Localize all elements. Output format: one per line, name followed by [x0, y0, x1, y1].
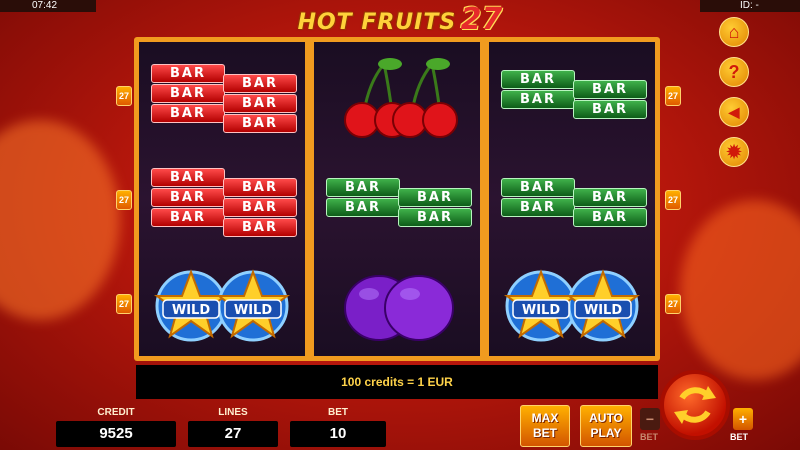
home-icon: ⌂	[728, 22, 740, 42]
bar-block: BAR	[223, 114, 297, 133]
auto-play-button[interactable]: AUTO PLAY	[580, 405, 632, 447]
credit-label: CREDIT	[97, 407, 135, 418]
symbol-plum	[314, 250, 480, 354]
wild-text: WILD	[584, 303, 622, 318]
reel-3: BAR BAR BAR BAR BAR BAR BAR BAR WILD WIL…	[489, 42, 655, 356]
wild-icon: WILD WILD	[504, 269, 640, 342]
max-bet-line1: MAX	[531, 411, 559, 425]
bar-block: BAR	[223, 74, 297, 93]
bar-block: BAR	[151, 84, 225, 103]
symbol-wild: WILD WILD	[489, 250, 655, 354]
lines-label: LINES	[218, 407, 248, 418]
plus-icon: +	[738, 411, 748, 427]
help-button[interactable]: ?	[719, 57, 749, 87]
payline-marker: 27	[116, 294, 132, 314]
clock: 07:42	[0, 0, 96, 12]
session-id: ID: -	[700, 0, 800, 12]
spin-icon	[674, 386, 716, 424]
symbol-bar-red: BAR BAR BAR BAR BAR BAR	[139, 146, 305, 250]
payline-marker: 27	[116, 86, 132, 106]
payline-marker: 27	[665, 86, 681, 106]
bar-block: BAR	[501, 90, 575, 109]
bar-block: BAR	[151, 168, 225, 187]
bar-block: BAR	[573, 100, 647, 119]
bar-block: BAR	[151, 104, 225, 123]
reel-2: BAR BAR BAR BAR	[314, 42, 480, 356]
wild-text: WILD	[234, 303, 272, 318]
sound-button[interactable]: ◀	[719, 97, 749, 127]
spin-button[interactable]	[660, 370, 730, 440]
bar-block: BAR	[326, 178, 400, 197]
bar-block: BAR	[151, 208, 225, 227]
auto-play-line2: PLAY	[590, 426, 622, 440]
bar-block: BAR	[573, 188, 647, 207]
bar-block: BAR	[573, 208, 647, 227]
symbol-bar-green: BAR BAR BAR BAR	[489, 146, 655, 250]
bar-block: BAR	[151, 64, 225, 83]
sound-icon: ◀	[728, 104, 740, 120]
minus-icon: −	[645, 411, 655, 427]
bet-plus-label: BET	[730, 432, 748, 442]
reel-1: BAR BAR BAR BAR BAR BAR BAR BAR BAR BAR …	[139, 42, 305, 356]
max-bet-line2: BET	[533, 426, 557, 440]
info-message: 100 credits = 1 EUR	[136, 365, 658, 399]
bar-block: BAR	[398, 188, 472, 207]
max-bet-button[interactable]: MAX BET	[520, 405, 570, 447]
wild-icon: WILD WILD	[154, 269, 290, 342]
bet-minus-button[interactable]: −	[640, 408, 660, 430]
logo-number: 27	[460, 2, 503, 37]
bar-block: BAR	[223, 178, 297, 197]
background-flame	[0, 120, 120, 320]
help-icon: ?	[728, 62, 740, 82]
bar-block: BAR	[501, 198, 575, 217]
wild-text: WILD	[522, 303, 560, 318]
symbol-bar-green: BAR BAR BAR BAR	[489, 42, 655, 146]
bar-block: BAR	[501, 70, 575, 89]
game-logo: HOT FRUITS 27	[285, 2, 515, 37]
symbol-wild: WILD WILD	[139, 250, 305, 354]
payline-marker: 27	[665, 190, 681, 210]
home-button[interactable]: ⌂	[719, 17, 749, 47]
bet-value: 10	[290, 421, 386, 447]
bet-label: BET	[328, 407, 348, 418]
bar-block: BAR	[223, 198, 297, 217]
bar-block: BAR	[223, 94, 297, 113]
payline-marker: 27	[116, 190, 132, 210]
bar-block: BAR	[223, 218, 297, 237]
symbol-bar-red: BAR BAR BAR BAR BAR BAR	[139, 42, 305, 146]
bar-block: BAR	[151, 188, 225, 207]
bar-block: BAR	[501, 178, 575, 197]
reel-frame: BAR BAR BAR BAR BAR BAR BAR BAR BAR BAR …	[134, 37, 660, 361]
credit-value: 9525	[56, 421, 176, 447]
bar-block: BAR	[326, 198, 400, 217]
bar-block: BAR	[573, 80, 647, 99]
lines-value: 27	[188, 421, 278, 447]
wild-text: WILD	[172, 303, 210, 318]
auto-play-line1: AUTO	[589, 411, 623, 425]
symbol-cherries	[314, 42, 480, 146]
logo-title: HOT FRUITS	[297, 10, 457, 35]
cherries-icon	[344, 58, 458, 138]
settings-button[interactable]: ✹	[719, 137, 749, 167]
symbol-bar-green: BAR BAR BAR BAR	[314, 146, 480, 250]
settings-icon: ✹	[726, 142, 742, 162]
plum-icon	[344, 275, 454, 341]
bet-plus-button[interactable]: +	[733, 408, 753, 430]
payline-marker: 27	[665, 294, 681, 314]
bar-block: BAR	[398, 208, 472, 227]
background-flame	[680, 200, 800, 380]
